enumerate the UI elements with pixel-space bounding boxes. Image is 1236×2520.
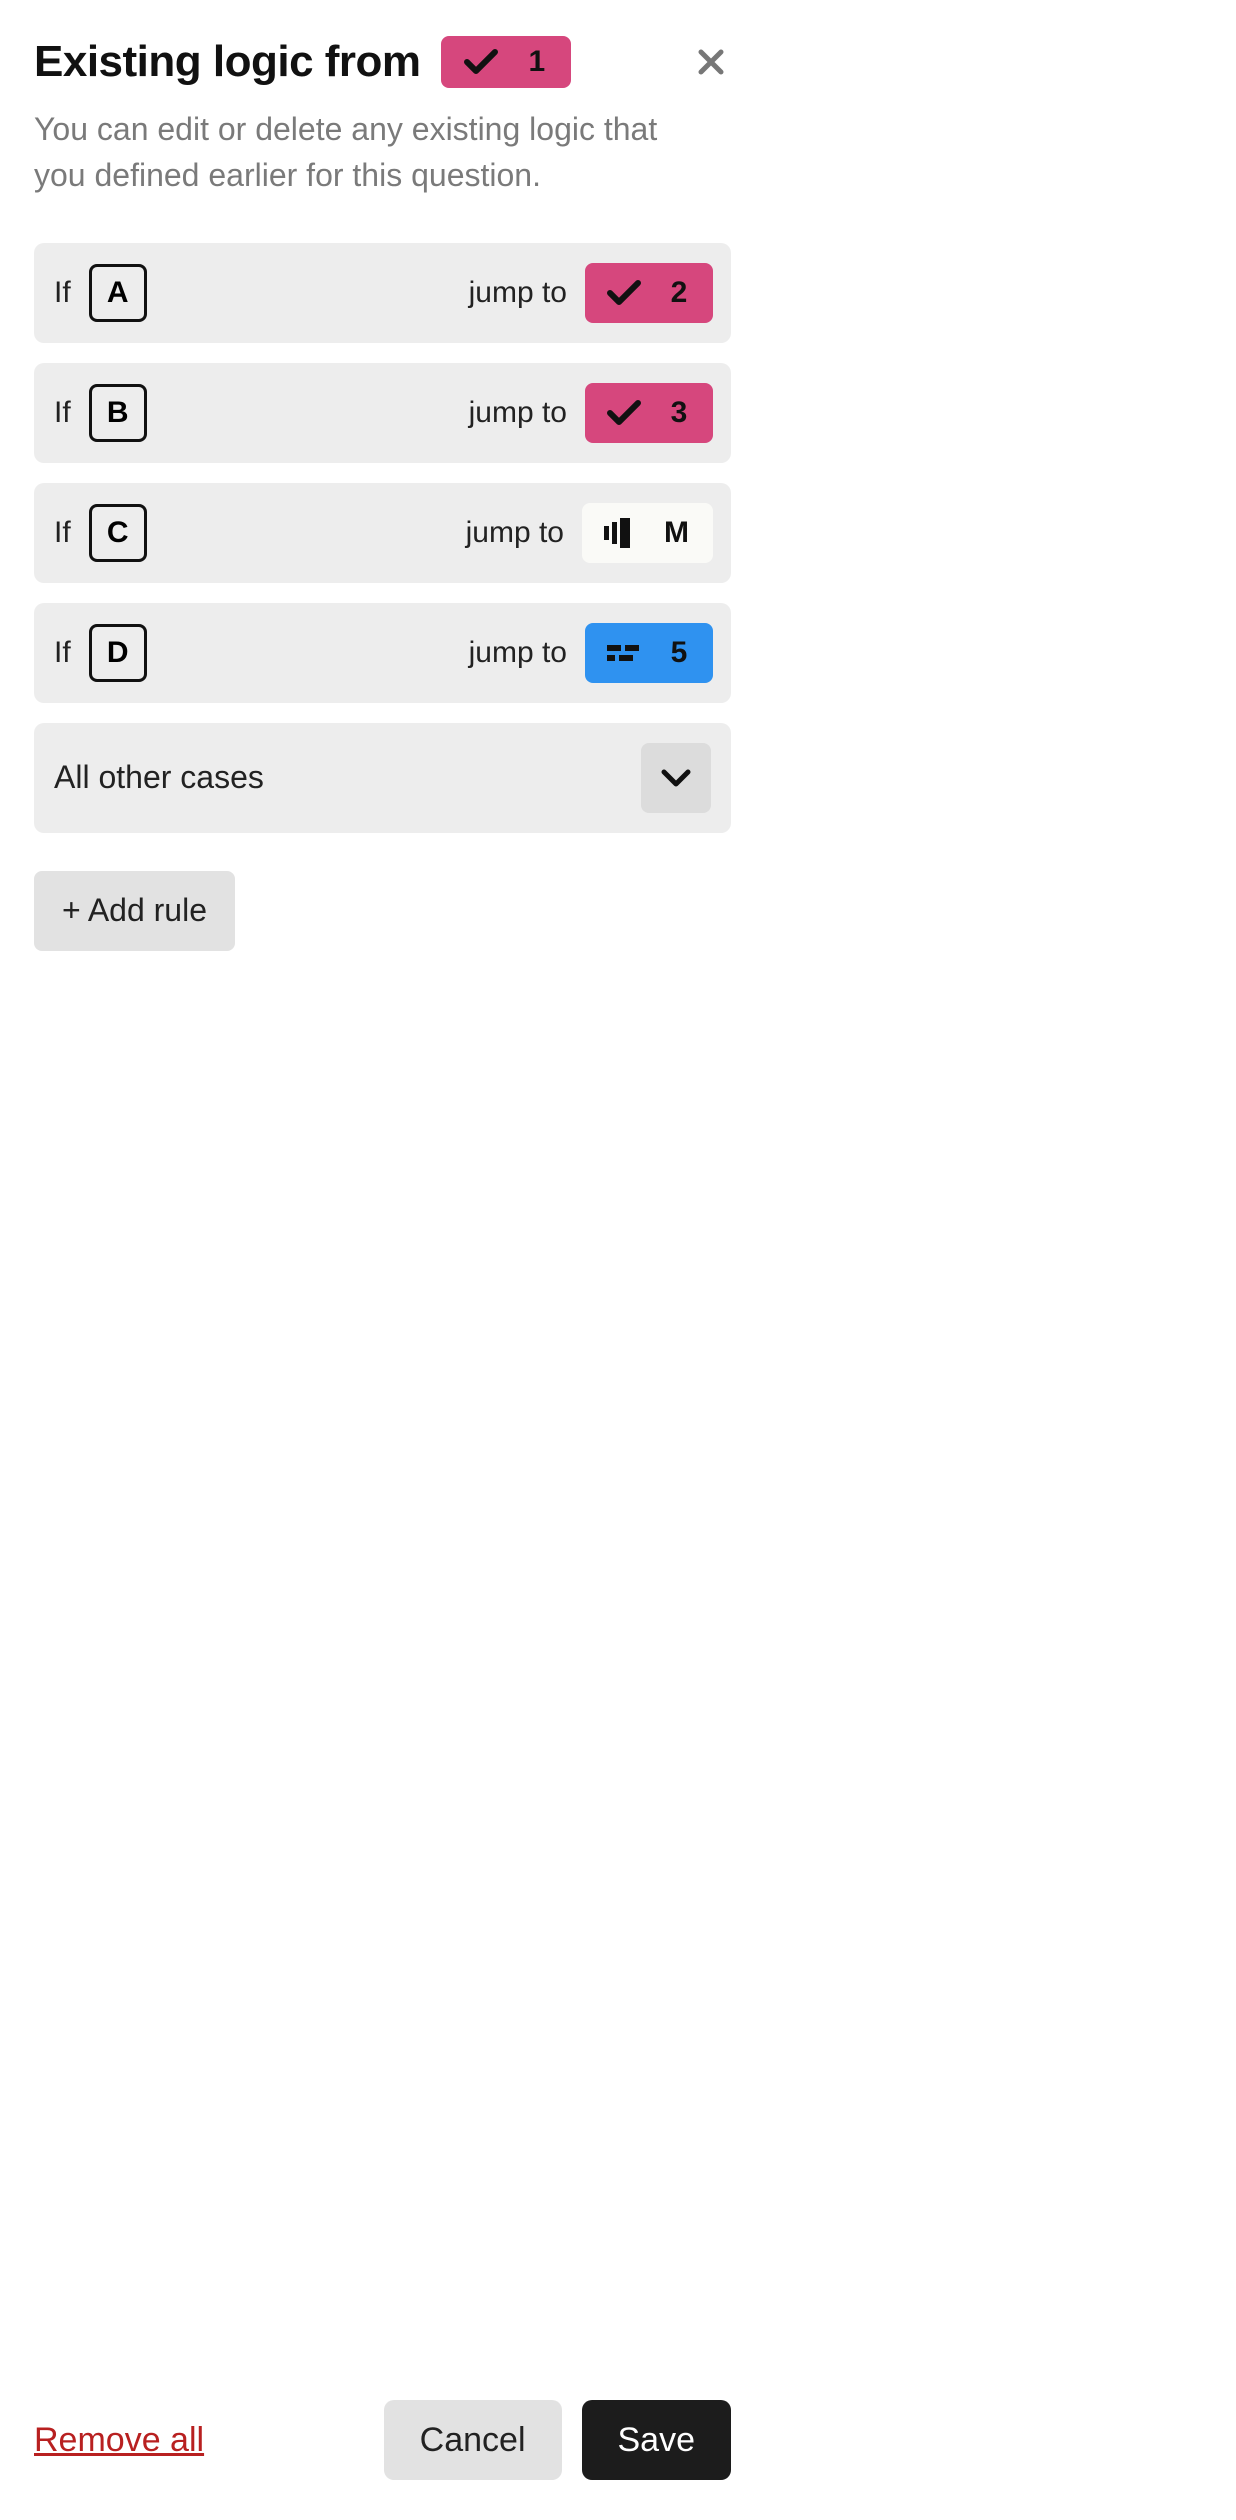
answer-option-box: B: [89, 384, 147, 442]
jump-target-value: 2: [671, 276, 688, 310]
all-other-cases-row[interactable]: All other cases: [34, 723, 731, 833]
jump-target-badge[interactable]: 2: [585, 263, 713, 323]
all-other-cases-label: All other cases: [54, 759, 641, 796]
check-icon: [607, 400, 641, 426]
answer-option-letter: A: [107, 276, 129, 310]
add-rule-label: + Add rule: [62, 892, 207, 929]
jump-to-label: jump to: [469, 276, 567, 310]
answer-option-box: D: [89, 624, 147, 682]
logic-panel: Existing logic from 1 You can edit or de…: [0, 0, 765, 2520]
bars-icon: [602, 518, 634, 548]
panel-subtitle: You can edit or delete any existing logi…: [34, 106, 694, 199]
check-icon: [463, 49, 499, 75]
if-label: If: [54, 396, 71, 430]
expand-button[interactable]: [641, 743, 711, 813]
cancel-button[interactable]: Cancel: [384, 2400, 562, 2480]
answer-option-box: A: [89, 264, 147, 322]
close-button[interactable]: [691, 42, 731, 82]
close-icon: [697, 48, 725, 76]
if-label: If: [54, 276, 71, 310]
header-row: Existing logic from 1: [34, 36, 731, 88]
check-icon: [607, 280, 641, 306]
chevron-down-icon: [661, 769, 691, 787]
panel-title: Existing logic from: [34, 37, 421, 87]
logic-rule[interactable]: If A jump to 2: [34, 243, 731, 343]
if-label: If: [54, 516, 71, 550]
source-question-number: 1: [529, 45, 546, 79]
jump-target-value: 5: [671, 636, 688, 670]
jump-target-value: 3: [671, 396, 688, 430]
if-label: If: [54, 636, 71, 670]
jump-to-label: jump to: [466, 516, 564, 550]
source-question-badge: 1: [441, 36, 572, 88]
jump-target-badge[interactable]: 5: [585, 623, 713, 683]
logic-rule[interactable]: If D jump to 5: [34, 603, 731, 703]
add-rule-button[interactable]: + Add rule: [34, 871, 235, 951]
jump-to-label: jump to: [469, 636, 567, 670]
logic-rule[interactable]: If B jump to 3: [34, 363, 731, 463]
answer-option-letter: B: [107, 396, 129, 430]
jump-to-label: jump to: [469, 396, 567, 430]
dashes-icon: [607, 643, 641, 663]
remove-all-link[interactable]: Remove all: [34, 2421, 204, 2460]
logic-rule[interactable]: If C jump to M: [34, 483, 731, 583]
jump-target-value: M: [664, 516, 689, 550]
answer-option-letter: C: [107, 516, 129, 550]
jump-target-badge[interactable]: 3: [585, 383, 713, 443]
save-button[interactable]: Save: [582, 2400, 732, 2480]
jump-target-badge[interactable]: M: [582, 503, 713, 563]
answer-option-letter: D: [107, 636, 129, 670]
answer-option-box: C: [89, 504, 147, 562]
title-wrap: Existing logic from 1: [34, 36, 669, 88]
footer: Remove all Cancel Save: [34, 2400, 731, 2480]
